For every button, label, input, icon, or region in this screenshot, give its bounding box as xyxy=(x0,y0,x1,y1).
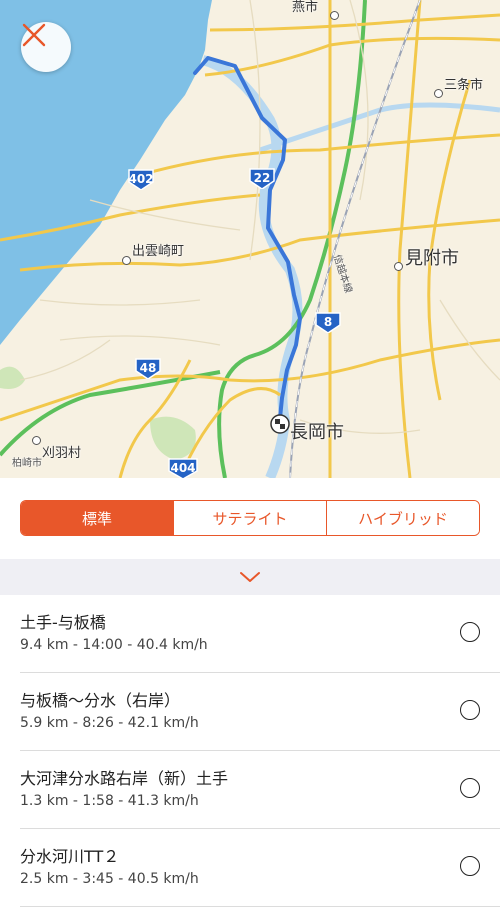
map-canvas xyxy=(0,0,500,478)
radio-button[interactable] xyxy=(460,856,480,876)
segment-stats: 1.3 km - 1:58 - 41.3 km/h xyxy=(20,793,199,809)
segment-stats: 5.9 km - 8:26 - 42.1 km/h xyxy=(20,715,199,731)
map-label-mitsuke: 見附市 xyxy=(405,248,459,269)
city-dot-sanjo xyxy=(434,89,443,98)
map-type-segmented-control: 標準 サテライト ハイブリッド xyxy=(20,500,480,536)
map-label-kariwa: 刈羽村 xyxy=(42,446,82,461)
segment-hybrid[interactable]: ハイブリッド xyxy=(326,501,479,535)
list-item[interactable]: 分水河川TT２ 2.5 km - 3:45 - 40.5 km/h xyxy=(20,829,500,907)
segment-name: 与板橋〜分水（右岸） xyxy=(20,691,181,710)
segment-list: 土手-与板橋 9.4 km - 14:00 - 40.4 km/h 与板橋〜分水… xyxy=(0,595,500,907)
chevron-down-icon xyxy=(240,572,260,582)
map-view[interactable]: 燕市 三条市 出雲崎町 見附市 長岡市 刈羽村 柏崎市 信越本線 402 22 … xyxy=(0,0,500,478)
segment-stats: 9.4 km - 14:00 - 40.4 km/h xyxy=(20,637,208,653)
segment-standard[interactable]: 標準 xyxy=(21,501,173,535)
radio-button[interactable] xyxy=(460,622,480,642)
city-dot-izumozaki xyxy=(122,256,131,265)
collapse-toggle[interactable] xyxy=(0,559,500,595)
list-item[interactable]: 大河津分水路右岸（新）土手 1.3 km - 1:58 - 41.3 km/h xyxy=(20,751,500,829)
segment-satellite[interactable]: サテライト xyxy=(173,501,326,535)
route-badge-8: 8 xyxy=(315,311,341,333)
segment-name: 分水河川TT２ xyxy=(20,847,120,866)
radio-button[interactable] xyxy=(460,778,480,798)
route-badge-22: 22 xyxy=(249,167,275,189)
route-badge-404: 404 xyxy=(168,457,198,478)
city-dot-mitsuke xyxy=(394,262,403,271)
map-label-kashiwazaki: 柏崎市 xyxy=(12,458,42,469)
map-label-izumozaki: 出雲崎町 xyxy=(132,244,185,259)
city-dot-tsubame xyxy=(330,11,339,20)
close-button[interactable] xyxy=(21,22,71,72)
list-item[interactable]: 与板橋〜分水（右岸） 5.9 km - 8:26 - 42.1 km/h xyxy=(20,673,500,751)
map-label-tsubame: 燕市 xyxy=(292,0,319,15)
list-item[interactable]: 土手-与板橋 9.4 km - 14:00 - 40.4 km/h xyxy=(20,595,500,673)
map-label-sanjo: 三条市 xyxy=(444,78,484,93)
segment-name: 土手-与板橋 xyxy=(20,613,106,632)
map-label-nagaoka: 長岡市 xyxy=(290,422,344,443)
route-badge-402: 402 xyxy=(128,168,154,190)
close-icon xyxy=(22,23,46,47)
segment-name: 大河津分水路右岸（新）土手 xyxy=(20,769,229,788)
radio-button[interactable] xyxy=(460,700,480,720)
route-badge-48: 48 xyxy=(135,357,161,379)
segment-stats: 2.5 km - 3:45 - 40.5 km/h xyxy=(20,871,199,887)
city-dot-kariwa xyxy=(32,436,41,445)
